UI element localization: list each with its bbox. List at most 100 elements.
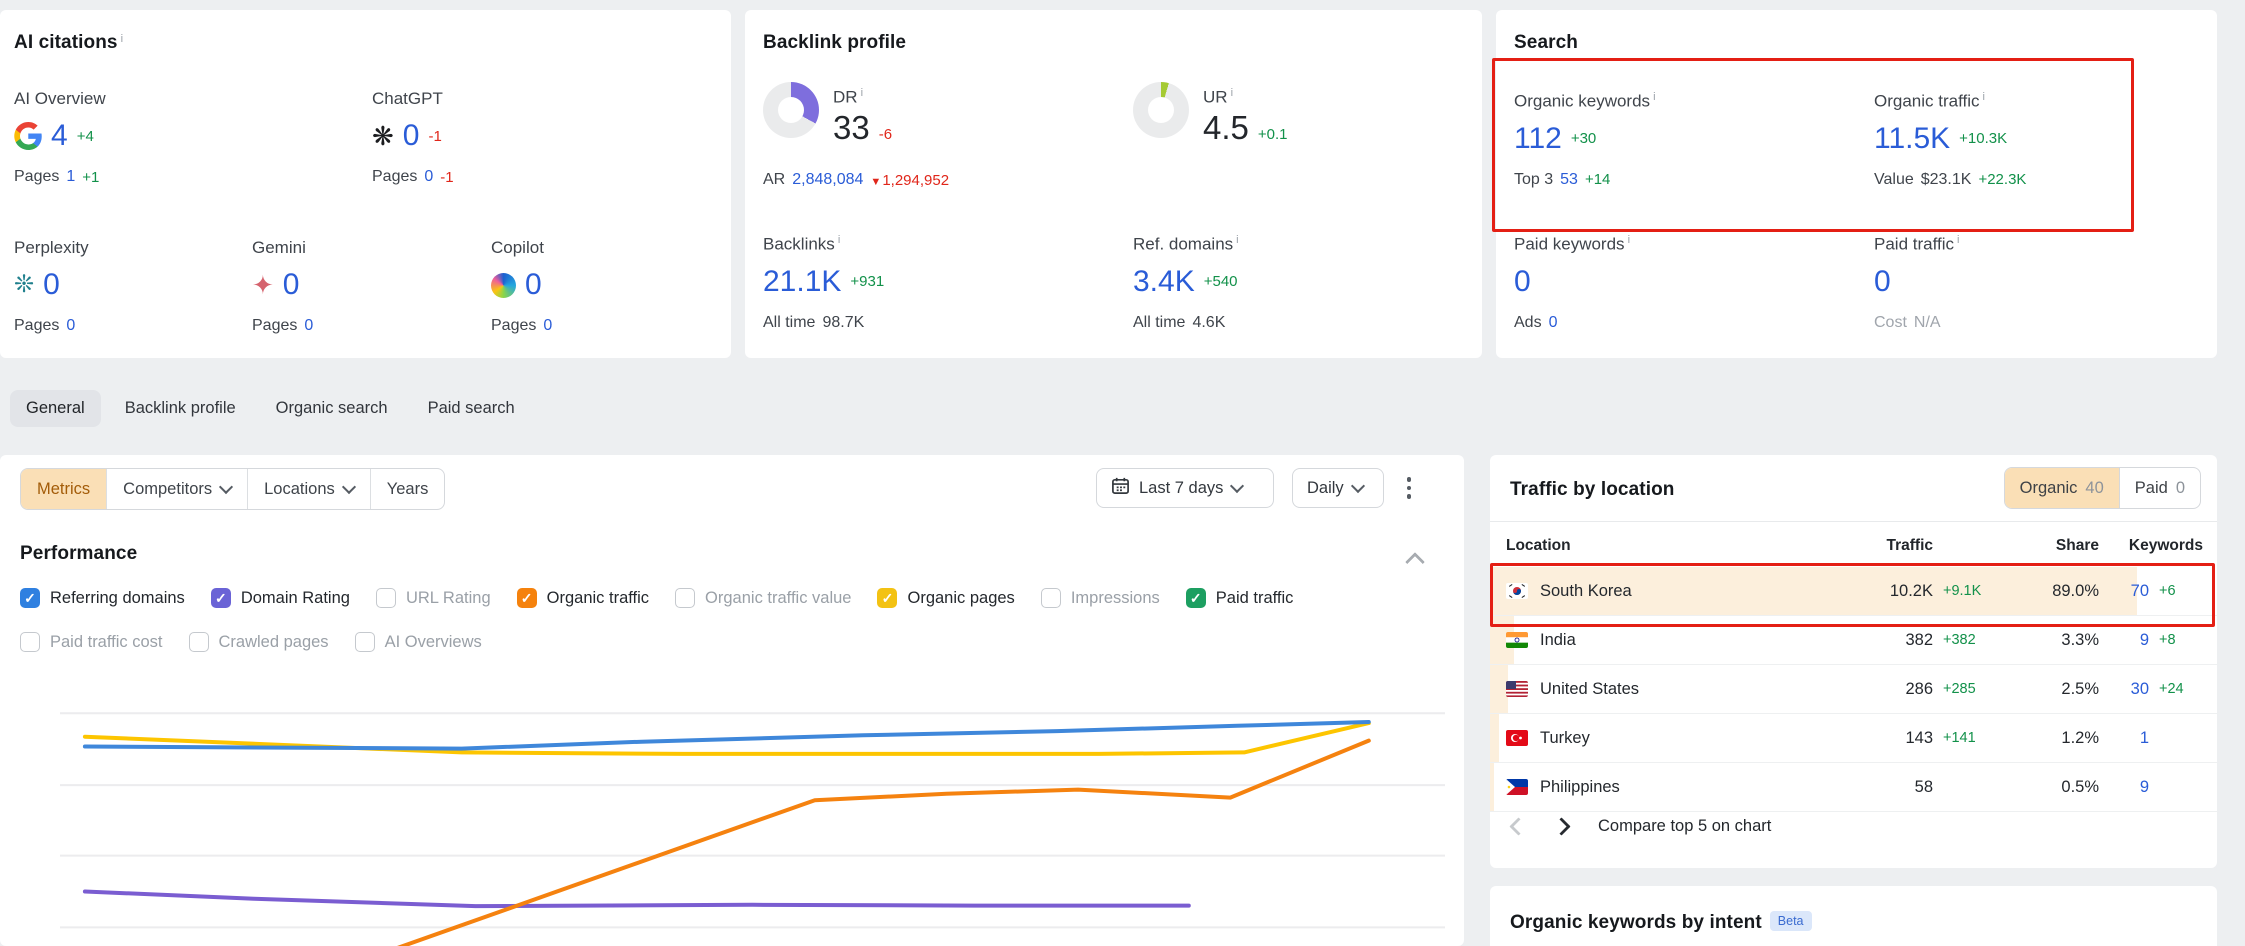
perplexity-stat: Perplexity ❊ 0 Pages 0	[14, 237, 89, 335]
checkbox-referring-domains[interactable]: Referring domains	[20, 588, 185, 608]
gemini-stat: Gemini ✦ 0 Pages 0	[252, 237, 313, 335]
checkbox-box	[355, 632, 375, 652]
pages-value[interactable]: 0	[424, 168, 433, 186]
pages-value[interactable]: 1	[66, 168, 75, 186]
share-value: 89.0%	[2003, 582, 2099, 601]
gemini-value[interactable]: 0	[283, 267, 300, 303]
share-value: 1.2%	[2003, 729, 2099, 748]
compare-top-5-link[interactable]: Compare top 5 on chart	[1598, 817, 1771, 836]
traffic-value: 10.2K	[1813, 582, 1933, 601]
ref-domains-delta: +540	[1204, 273, 1238, 290]
info-icon[interactable]: i	[121, 33, 123, 45]
info-icon[interactable]: i	[1231, 87, 1233, 99]
checkbox-label: Impressions	[1071, 589, 1160, 608]
checkbox-box	[20, 588, 40, 608]
checkbox-ai-overviews[interactable]: AI Overviews	[355, 632, 482, 652]
filter-years[interactable]: Years	[370, 469, 445, 509]
tab-general[interactable]: General	[10, 390, 101, 427]
checkbox-impressions[interactable]: Impressions	[1041, 588, 1160, 608]
backlinks-value[interactable]: 21.1K	[763, 264, 841, 300]
checkbox-crawled-pages[interactable]: Crawled pages	[189, 632, 329, 652]
dr-label: DR	[833, 88, 858, 107]
chatgpt-label: ChatGPT	[372, 88, 454, 110]
traffic-delta: +382	[1933, 632, 2003, 648]
info-icon[interactable]: i	[1236, 234, 1238, 246]
checkbox-label: Paid traffic	[1216, 589, 1294, 608]
filter-metrics[interactable]: Metrics	[21, 469, 106, 509]
keywords-value[interactable]: 9	[2099, 778, 2149, 797]
info-icon[interactable]: i	[1957, 234, 1959, 246]
tab-organic-search[interactable]: Organic search	[260, 390, 404, 427]
organic-keywords-label: Organic keywords	[1514, 92, 1650, 111]
flag-philippines-icon	[1506, 779, 1528, 795]
organic-keywords-value[interactable]: 112	[1514, 121, 1562, 157]
keywords-value[interactable]: 30	[2099, 680, 2149, 699]
value-label: Value	[1874, 171, 1914, 189]
filter-competitors[interactable]: Competitors	[106, 469, 247, 509]
ref-domains-label: Ref. domains	[1133, 235, 1233, 254]
dashboard: AI citationsi AI Overview 4 +4 Pages 1	[0, 0, 2245, 946]
ar-value[interactable]: 2,848,084	[792, 171, 863, 189]
keywords-value[interactable]: 9	[2099, 631, 2149, 650]
date-range-button[interactable]: Last 7 days	[1096, 468, 1274, 508]
checkbox-url-rating[interactable]: URL Rating	[376, 588, 491, 608]
alltime-label: All time	[1133, 314, 1185, 332]
checkbox-domain-rating[interactable]: Domain Rating	[211, 588, 350, 608]
checkbox-organic-traffic[interactable]: Organic traffic	[517, 588, 649, 608]
keywords-value[interactable]: 70	[2099, 582, 2149, 601]
toggle-organic[interactable]: Organic 40	[2005, 468, 2119, 508]
paid-keywords-value[interactable]: 0	[1514, 264, 1531, 300]
keywords-value[interactable]: 1	[2099, 729, 2149, 748]
info-icon[interactable]: i	[1628, 234, 1630, 246]
paid-traffic-value[interactable]: 0	[1874, 264, 1891, 300]
info-icon[interactable]: i	[861, 87, 863, 99]
pages-value[interactable]: 0	[304, 317, 313, 335]
ai-overview-value[interactable]: 4	[51, 118, 68, 154]
organic-keywords-stat: Organic keywordsi 112 +30 Top 3 53 +14	[1514, 86, 1656, 189]
copilot-label: Copilot	[491, 237, 552, 259]
chatgpt-value[interactable]: 0	[403, 118, 420, 154]
table-row-south-korea[interactable]: South Korea 10.2K +9.1K 89.0% 70 +6	[1490, 567, 2217, 616]
tab-backlink-profile[interactable]: Backlink profile	[109, 390, 252, 427]
previous-page-chevron-icon[interactable]	[1509, 817, 1527, 835]
tab-paid-search[interactable]: Paid search	[412, 390, 531, 427]
table-row-philippines[interactable]: Philippines 58 0.5% 9	[1490, 763, 2217, 812]
backlinks-label: Backlinks	[763, 235, 835, 254]
filter-locations[interactable]: Locations	[247, 469, 370, 509]
toggle-paid[interactable]: Paid 0	[2119, 468, 2200, 508]
pages-value[interactable]: 0	[543, 317, 552, 335]
granularity-button[interactable]: Daily	[1292, 468, 1384, 508]
checkbox-organic-traffic-value[interactable]: Organic traffic value	[675, 588, 851, 608]
performance-chart[interactable]	[60, 680, 1445, 946]
checkbox-paid-traffic-cost[interactable]: Paid traffic cost	[20, 632, 163, 652]
table-row-turkey[interactable]: Turkey 143 +141 1.2% 1	[1490, 714, 2217, 763]
info-icon[interactable]: i	[1983, 91, 1985, 103]
next-page-chevron-icon[interactable]	[1552, 817, 1570, 835]
flag-united-states-icon	[1506, 681, 1528, 697]
table-row-united-states[interactable]: United States 286 +285 2.5% 30 +24	[1490, 665, 2217, 714]
pages-value[interactable]: 0	[66, 317, 75, 335]
table-row-india[interactable]: India 382 +382 3.3% 9 +8	[1490, 616, 2217, 665]
collapse-chevron-up-icon[interactable]	[1405, 552, 1425, 572]
ads-value[interactable]: 0	[1549, 314, 1558, 332]
info-icon[interactable]: i	[1653, 91, 1655, 103]
toggle-paid-label: Paid	[2135, 479, 2168, 498]
top3-label: Top 3	[1514, 171, 1553, 189]
openai-icon: ❋	[372, 124, 394, 148]
chart-line-domain-rating	[85, 892, 1189, 907]
copilot-value[interactable]: 0	[525, 267, 542, 303]
performance-chart-svg	[60, 680, 1445, 946]
checkbox-paid-traffic[interactable]: Paid traffic	[1186, 588, 1294, 608]
more-options-kebab-icon[interactable]	[1398, 477, 1420, 499]
info-icon[interactable]: i	[838, 234, 840, 246]
perplexity-value[interactable]: 0	[43, 267, 60, 303]
keywords-by-intent-title: Organic keywords by intent	[1510, 912, 1762, 933]
traffic-delta: +285	[1933, 681, 2003, 697]
ref-domains-value[interactable]: 3.4K	[1133, 264, 1195, 300]
top3-value[interactable]: 53	[1560, 171, 1578, 189]
copilot-icon	[491, 273, 516, 298]
traffic-by-location-title: Traffic by location	[1510, 479, 1675, 500]
checkbox-organic-pages[interactable]: Organic pages	[877, 588, 1014, 608]
checkbox-label: Crawled pages	[219, 633, 329, 652]
organic-traffic-value[interactable]: 11.5K	[1874, 121, 1950, 157]
